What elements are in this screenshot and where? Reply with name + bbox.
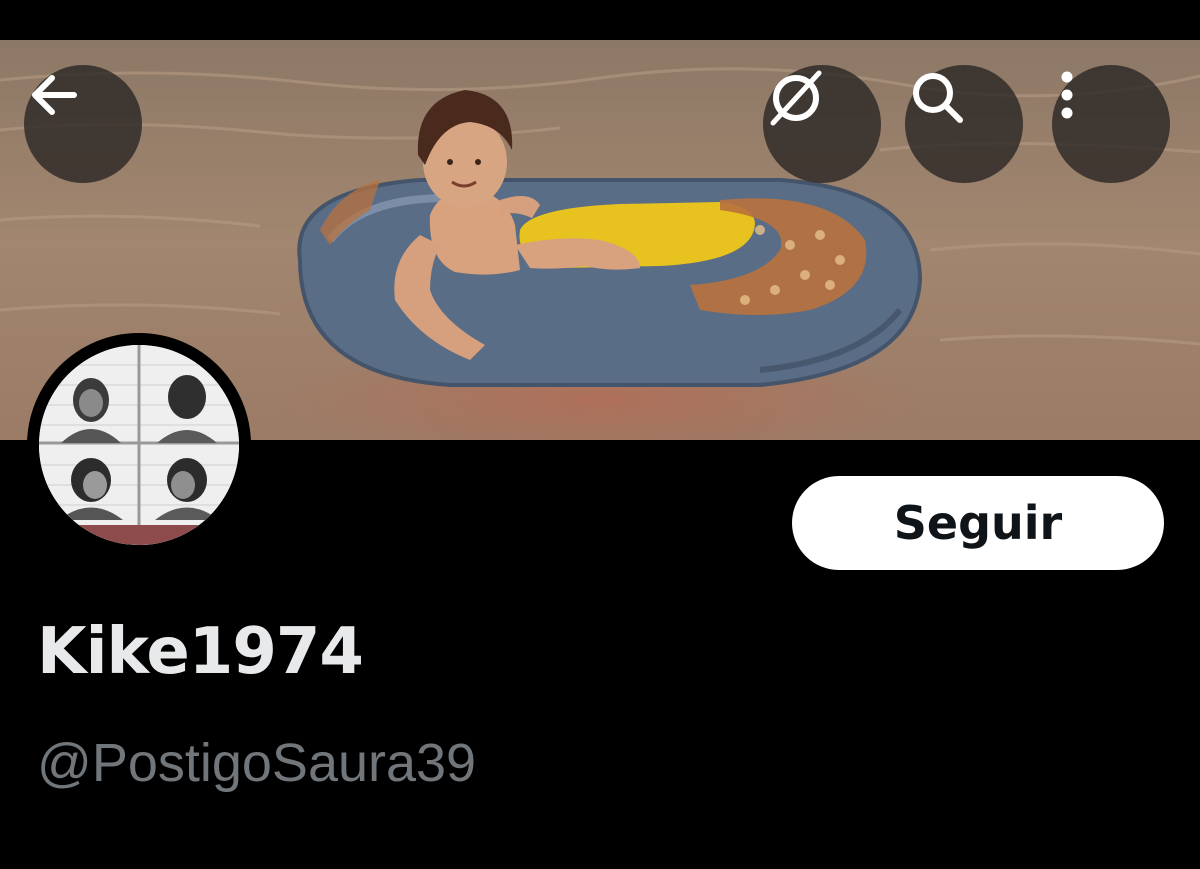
slashed-circle-icon	[770, 70, 822, 126]
back-button[interactable]	[24, 65, 142, 183]
search-button[interactable]	[905, 65, 1023, 183]
translate-toggle-button[interactable]	[763, 65, 881, 183]
profile-avatar[interactable]	[27, 333, 251, 557]
status-bar	[0, 0, 1200, 40]
avatar-photo	[39, 345, 239, 545]
profile-display-name: Kike1974	[37, 615, 364, 689]
search-icon	[913, 73, 963, 123]
profile-handle: @PostigoSaura39	[37, 733, 477, 793]
arrow-left-icon	[32, 75, 77, 115]
more-options-button[interactable]	[1052, 65, 1170, 183]
follow-button[interactable]: Seguir	[792, 476, 1164, 570]
vertical-dots-icon	[1061, 71, 1073, 119]
